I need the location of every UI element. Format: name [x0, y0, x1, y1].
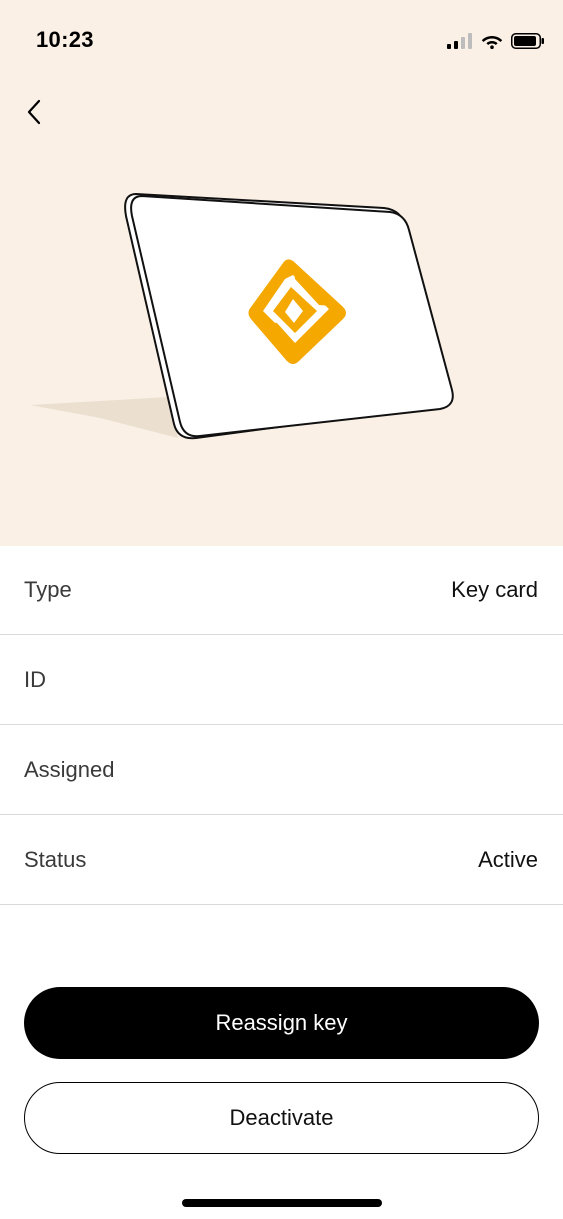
cellular-signal-icon — [447, 33, 472, 49]
detail-row-type: Type Key card — [0, 546, 563, 635]
detail-row-status: Status Active — [0, 815, 563, 905]
id-label: ID — [24, 666, 46, 692]
reassign-key-button[interactable]: Reassign key — [24, 987, 539, 1059]
wifi-icon — [481, 36, 503, 49]
home-indicator — [182, 1199, 382, 1207]
assigned-label: Assigned — [24, 756, 115, 782]
deactivate-button[interactable]: Deactivate — [24, 1082, 539, 1154]
battery-icon — [511, 33, 544, 49]
chevron-left-icon — [27, 99, 41, 125]
type-label: Type — [24, 577, 72, 602]
status-time: 10:23 — [36, 27, 94, 52]
detail-row-assigned: Assigned — [0, 725, 563, 815]
card-shadow — [30, 397, 178, 438]
type-value: Key card — [451, 577, 538, 602]
back-button[interactable] — [14, 92, 54, 132]
key-card-illustration — [30, 192, 454, 440]
status-label: Status — [24, 846, 87, 872]
status-icons — [447, 30, 545, 52]
status-bar: 10:23 — [0, 0, 563, 82]
hero-section: 10:23 — [0, 0, 563, 546]
detail-row-id: ID — [0, 635, 563, 725]
key-details-list: Type Key card ID Assigned Status Active — [0, 546, 563, 905]
status-value: Active — [478, 846, 538, 872]
